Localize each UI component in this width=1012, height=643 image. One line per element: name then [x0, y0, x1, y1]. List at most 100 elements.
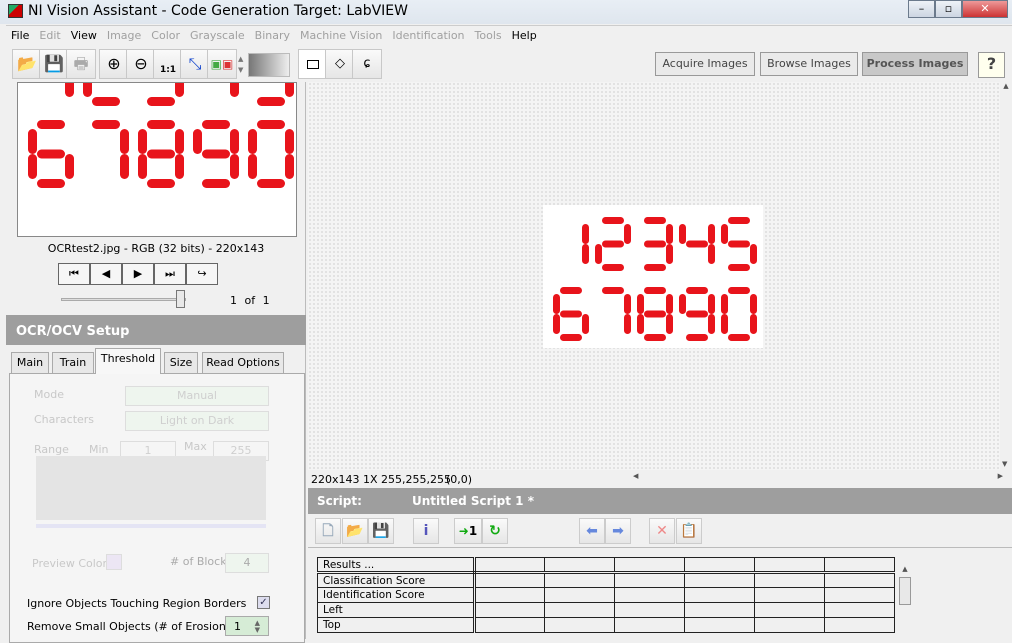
gray-palette[interactable]	[248, 53, 290, 77]
digit-0-segment-f	[248, 129, 257, 154]
scroll-left-icon[interactable]: ◀	[633, 472, 638, 480]
digit-6-segment-a	[560, 287, 582, 294]
spinner-icon[interactable]: ▲ ▼	[255, 620, 260, 634]
canvas-vertical-scrollbar[interactable]: ▲ ▼	[1000, 82, 1012, 470]
image-slider-thumb[interactable]	[176, 290, 185, 308]
open-script-button[interactable]: 📂	[342, 518, 368, 544]
digit-6-segment-d	[560, 334, 582, 341]
print-button[interactable]: 🖶	[66, 49, 96, 79]
zoom-1to1-button[interactable]: 1:1	[153, 49, 183, 79]
digit-1-segment-c	[65, 83, 74, 97]
maximize-button[interactable]: ▫	[935, 0, 962, 18]
minimize-button[interactable]: –	[908, 0, 935, 18]
image-thumbnail[interactable]	[17, 82, 297, 237]
delete-icon: ✕	[656, 523, 668, 539]
scroll-down-icon[interactable]: ▼	[1002, 460, 1007, 468]
table-cell	[754, 572, 825, 588]
script-info-button[interactable]: i	[413, 518, 439, 544]
digit-8-segment-c	[666, 314, 673, 334]
menu-grayscale[interactable]: Grayscale	[185, 26, 250, 45]
menu-file[interactable]: File	[6, 26, 34, 45]
blocks-input[interactable]: 4	[225, 553, 269, 573]
table-cell	[754, 602, 825, 618]
menu-machine-vision[interactable]: Machine Vision	[295, 26, 387, 45]
tab-main[interactable]: Main	[11, 352, 49, 374]
menu-view[interactable]: View	[66, 26, 102, 45]
menu-identification[interactable]: Identification	[387, 26, 469, 45]
remove-small-input[interactable]: 1 ▲ ▼	[225, 616, 269, 636]
annulus-tool[interactable]: ɕ	[352, 49, 382, 79]
table-cell	[474, 587, 545, 603]
image-palette-button[interactable]: ▣▣	[207, 49, 237, 79]
digit-8-segment-f	[138, 129, 147, 154]
digit-8-segment-d	[644, 334, 666, 341]
first-image-button[interactable]: ⏮	[58, 263, 90, 285]
digit-9-segment-a	[686, 287, 708, 294]
digit-6-segment-g	[37, 149, 65, 159]
menu-tools[interactable]: Tools	[470, 26, 507, 45]
menu-binary[interactable]: Binary	[250, 26, 295, 45]
digit-3-segment-d	[147, 97, 175, 106]
table-cell	[614, 572, 685, 588]
process-images-button[interactable]: Process Images	[862, 52, 968, 76]
preview-color-swatch[interactable]	[106, 554, 122, 570]
tab-size[interactable]: Size	[164, 352, 198, 374]
zoom-out-button[interactable]: ⊖	[126, 49, 156, 79]
open-image-button[interactable]: 📂	[12, 49, 42, 79]
menu-image[interactable]: Image	[102, 26, 146, 45]
tab-train[interactable]: Train	[52, 352, 94, 374]
scroll-right-icon[interactable]: ▶	[998, 472, 1003, 480]
status-bar: 220x143 1X 255,255,255 (0,0) ◀ ▶	[308, 471, 1012, 488]
results-scrollbar[interactable]: ▲	[898, 565, 912, 639]
digit-1-segment-b	[582, 224, 589, 244]
zoom-fit-icon: ⤡	[188, 54, 202, 73]
close-button[interactable]: ✕	[962, 0, 1008, 18]
acquire-images-button[interactable]: Acquire Images	[655, 52, 755, 76]
goto-image-button[interactable]: ↪	[186, 263, 218, 285]
palette-scroll[interactable]: ▲ ▼	[238, 54, 246, 78]
save-script-button[interactable]: 💾	[368, 518, 394, 544]
step-properties-button[interactable]: 📋	[676, 518, 702, 544]
digit-2-segment-e	[83, 83, 92, 97]
save-image-button[interactable]: 💾	[39, 49, 69, 79]
canvas-horizontal-scrollbar[interactable]: ◀ ▶	[633, 472, 1003, 484]
step-back-button[interactable]: ⬅	[579, 518, 605, 544]
last-image-button[interactable]: ⏭	[154, 263, 186, 285]
digit-7-segment-c	[624, 314, 631, 334]
digit-4-segment-f	[679, 224, 686, 244]
mode-select[interactable]: Manual	[125, 386, 269, 406]
range-slider[interactable]	[36, 524, 266, 528]
rotated-rectangle-tool[interactable]: ◇	[325, 49, 355, 79]
ignore-borders-checkbox[interactable]: ✓	[257, 596, 270, 609]
new-file-icon: 🗋	[322, 523, 334, 539]
zoom-out-icon: ⊖	[134, 54, 148, 73]
menu-color[interactable]: Color	[146, 26, 185, 45]
digit-0-segment-e	[248, 154, 257, 179]
characters-select[interactable]: Light on Dark	[125, 411, 269, 431]
menu-edit[interactable]: Edit	[34, 26, 65, 45]
help-button[interactable]: ?	[978, 52, 1005, 78]
rectangle-tool[interactable]	[298, 49, 328, 79]
run-continuous-button[interactable]: ↻	[482, 518, 508, 544]
scroll-up-icon[interactable]: ▲	[1000, 82, 1012, 90]
menu-help[interactable]: Help	[507, 26, 542, 45]
image-slider-track[interactable]	[61, 298, 186, 301]
tab-threshold[interactable]: Threshold	[95, 348, 161, 374]
digit-6-segment-e	[553, 314, 560, 334]
step-forward-button[interactable]: ➡	[605, 518, 631, 544]
results-table: Results ... Classification Score Identific…	[317, 557, 895, 633]
new-script-button[interactable]: 🗋	[315, 518, 341, 544]
tab-read-options[interactable]: Read Options	[202, 352, 284, 374]
image-info: 220x143 1X 255,255,255	[311, 473, 452, 486]
digit-0-segment-a	[257, 120, 285, 129]
table-cell	[614, 587, 685, 603]
browse-images-button[interactable]: Browse Images	[760, 52, 858, 76]
digit-6-segment-c	[582, 314, 589, 334]
run-once-button[interactable]: ➜1	[454, 518, 482, 544]
previous-image-button[interactable]: ◀	[90, 263, 122, 285]
next-image-button[interactable]: ▶	[122, 263, 154, 285]
zoom-in-button[interactable]: ⊕	[99, 49, 129, 79]
image-canvas[interactable]	[308, 82, 1000, 470]
delete-step-button[interactable]: ✕	[649, 518, 675, 544]
zoom-fit-button[interactable]: ⤡	[180, 49, 210, 79]
